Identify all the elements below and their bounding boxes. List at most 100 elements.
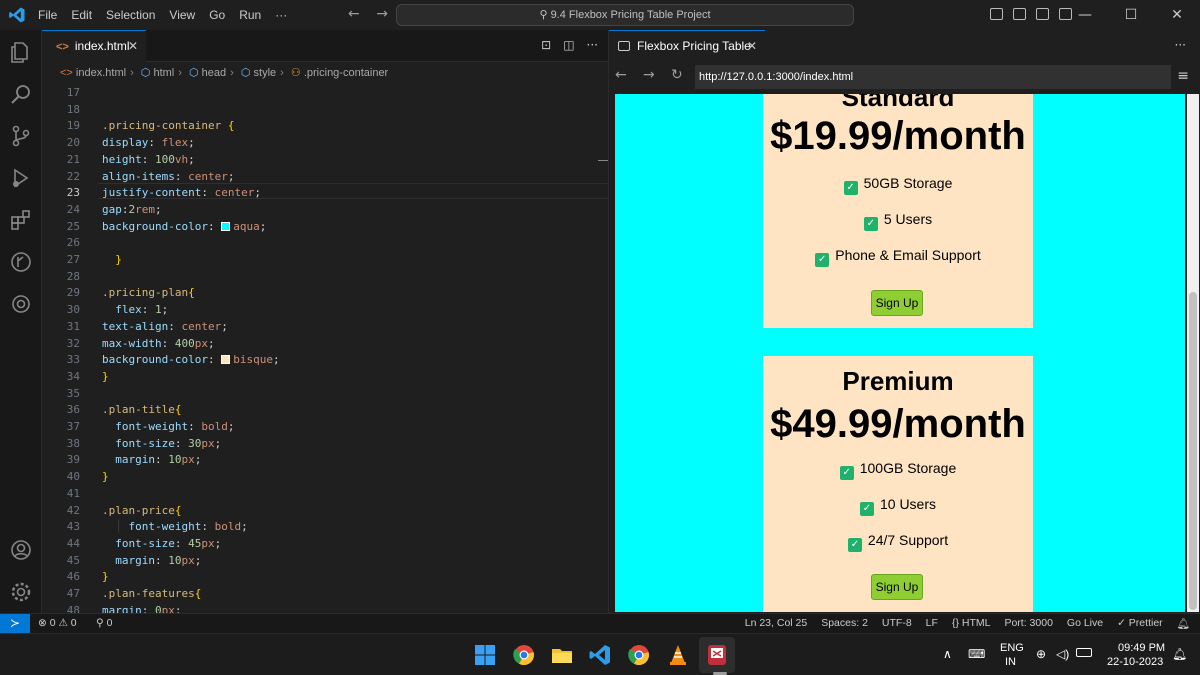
volume-icon[interactable]: ◁) (1056, 647, 1069, 661)
chrome-profile-icon[interactable] (627, 643, 651, 667)
back-arrow-icon[interactable]: ← (615, 67, 627, 83)
account-icon[interactable] (9, 538, 33, 562)
show-hidden-icons-icon[interactable]: ∧ (943, 647, 952, 661)
open-preview-icon[interactable]: ⊡ (541, 38, 551, 52)
code-line[interactable]: max-width: 400px; (102, 337, 215, 350)
code-line[interactable]: margin: 10px; (102, 554, 201, 567)
toggle-panel-icon[interactable] (1013, 8, 1026, 20)
scrollbar-thumb[interactable] (1189, 292, 1197, 610)
code-line[interactable]: .plan-features{ (102, 587, 201, 600)
menu-edit[interactable]: Edit (71, 8, 92, 22)
file-explorer-icon[interactable] (550, 643, 574, 667)
tab-browser[interactable]: Flexbox Pricing Table ✕ (609, 30, 765, 62)
close-tab-icon[interactable]: ✕ (128, 31, 138, 61)
code-line[interactable]: font-size: 30px; (102, 437, 221, 450)
menu-file[interactable]: File (38, 8, 57, 22)
code-line[interactable]: margin: 10px; (102, 453, 201, 466)
minimize-icon[interactable]: — (1062, 0, 1108, 30)
indentation[interactable]: Spaces: 2 (821, 617, 868, 630)
breadcrumb-head[interactable]: head (202, 67, 226, 79)
remote-indicator-icon[interactable]: ≻ (0, 614, 30, 634)
menu-more[interactable]: ··· (275, 8, 287, 22)
breadcrumb-file[interactable]: index.html (76, 67, 126, 79)
snipping-tool-icon[interactable] (705, 643, 729, 667)
port-indicator[interactable]: Port: 3000 (1004, 617, 1052, 630)
breadcrumb-style[interactable]: style (254, 67, 277, 79)
toggle-primary-sidebar-icon[interactable] (990, 8, 1003, 20)
git-graph-icon[interactable] (9, 250, 33, 274)
more-actions-icon[interactable]: ··· (587, 38, 598, 52)
code-line[interactable]: margin: 0px; (102, 604, 182, 613)
source-control-icon[interactable] (9, 124, 33, 148)
tab-index-html[interactable]: <> index.html ✕ (42, 30, 146, 62)
code-line[interactable]: .plan-price{ (102, 504, 181, 517)
split-editor-icon[interactable]: ◫ (563, 38, 574, 52)
code-line[interactable]: font-weight: bold; (102, 420, 234, 433)
run-debug-icon[interactable] (9, 166, 33, 190)
problems-indicator[interactable]: ⊗ 0 ⚠ 0 (38, 617, 77, 629)
clock-time[interactable]: 09:49 PM (1118, 642, 1165, 654)
menu-icon[interactable]: ≡ (1177, 68, 1189, 84)
more-actions-icon[interactable]: ··· (1175, 38, 1186, 52)
code-line[interactable]: justify-content: center; (102, 186, 261, 199)
code-line[interactable]: flex: 1; (102, 303, 168, 316)
forward-arrow-icon[interactable]: → (643, 67, 655, 83)
back-arrow-icon[interactable]: ← (348, 6, 360, 22)
code-line[interactable]: background-color: aqua; (102, 220, 266, 233)
explorer-icon[interactable] (9, 40, 33, 64)
code-area[interactable]: 17 18 19 .pricing-container {20 display: fle… (42, 84, 608, 613)
code-line[interactable]: } (102, 253, 122, 266)
url-input[interactable]: http://127.0.0.1:3000/index.html (695, 65, 1171, 89)
breadcrumb-html[interactable]: html (153, 67, 174, 79)
vlc-icon[interactable] (666, 643, 690, 667)
ports-indicator[interactable]: ⚲ 0 (96, 617, 112, 629)
settings-icon[interactable] (9, 580, 33, 604)
breadcrumb-selector[interactable]: .pricing-container (304, 67, 388, 79)
code-line[interactable]: .pricing-container { (102, 119, 234, 132)
code-line[interactable]: font-size: 45px; (102, 537, 221, 550)
code-line[interactable]: gap:2rem; (102, 203, 162, 216)
code-line[interactable]: height: 100vh; (102, 153, 195, 166)
code-line[interactable]: │ font-weight: bold; (102, 520, 248, 533)
code-line[interactable]: background-color: bisque; (102, 353, 280, 366)
go-live-button[interactable]: Go Live (1067, 617, 1103, 630)
search-icon[interactable] (9, 82, 33, 106)
chrome-icon[interactable] (512, 643, 536, 667)
language-mode[interactable]: {} HTML (952, 617, 991, 630)
code-line[interactable]: } (102, 470, 109, 483)
toggle-secondary-sidebar-icon[interactable] (1036, 8, 1049, 20)
battery-icon[interactable] (1076, 648, 1092, 657)
signup-button[interactable]: Sign Up (871, 290, 923, 316)
notification-bell-icon[interactable]: 🔔︎ (1172, 647, 1187, 661)
clock-date[interactable]: 22-10-2023 (1107, 656, 1163, 668)
signup-button[interactable]: Sign Up (871, 574, 923, 600)
cursor-position[interactable]: Ln 23, Col 25 (745, 617, 807, 630)
close-icon[interactable]: ✕ (1154, 0, 1200, 30)
language-indicator[interactable]: ENG (1000, 642, 1024, 654)
prettier-status[interactable]: ✓ Prettier (1117, 617, 1163, 630)
code-line[interactable]: .plan-title{ (102, 403, 181, 416)
close-tab-icon[interactable]: ✕ (747, 31, 757, 61)
code-line[interactable]: } (102, 370, 109, 383)
code-line[interactable]: } (102, 570, 109, 583)
forward-arrow-icon[interactable]: → (376, 6, 388, 22)
code-line[interactable]: align-items: center; (102, 170, 234, 183)
encoding[interactable]: UTF-8 (882, 617, 912, 630)
menu-view[interactable]: View (169, 8, 195, 22)
menu-run[interactable]: Run (239, 8, 261, 22)
reload-icon[interactable]: ↻ (671, 67, 683, 83)
page-scrollbar[interactable] (1187, 94, 1199, 612)
notifications-bell-icon[interactable]: 🔔︎ (1177, 617, 1190, 630)
menu-selection[interactable]: Selection (106, 8, 155, 22)
vscode-icon[interactable] (588, 643, 612, 667)
chatgpt-icon[interactable] (9, 292, 33, 316)
line-ending[interactable]: LF (926, 617, 938, 630)
network-globe-icon[interactable]: ⊕ (1036, 647, 1046, 661)
maximize-icon[interactable]: ☐ (1108, 0, 1154, 30)
windows-start-icon[interactable] (473, 643, 497, 667)
code-line[interactable]: text-align: center; (102, 320, 228, 333)
extensions-icon[interactable] (9, 208, 33, 232)
code-line[interactable]: display: flex; (102, 136, 195, 149)
code-line[interactable]: .pricing-plan{ (102, 286, 195, 299)
keyboard-icon[interactable]: ⌨ (968, 647, 985, 661)
